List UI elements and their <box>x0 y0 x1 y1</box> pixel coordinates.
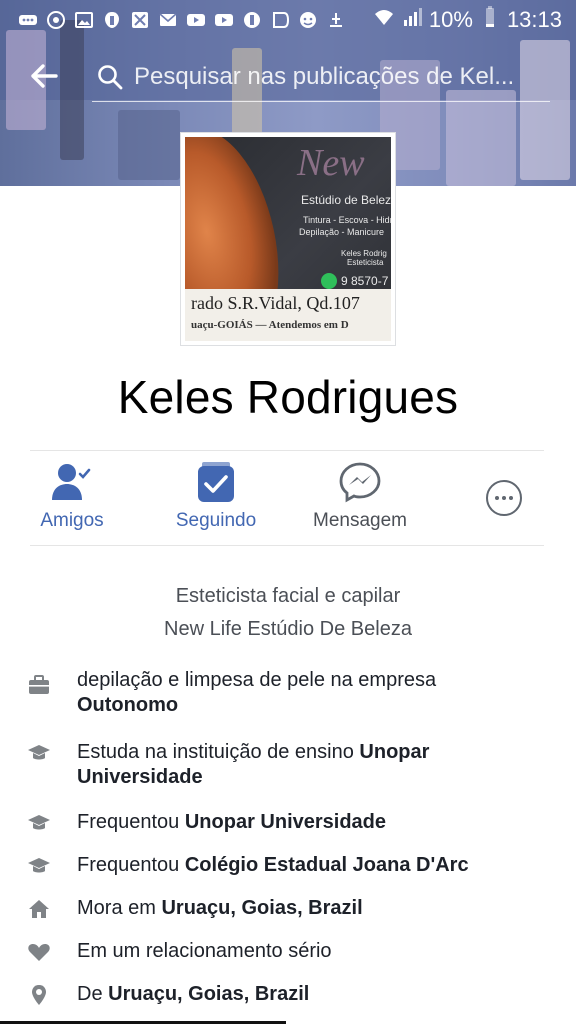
detail-bold: Colégio Estadual Joana D'Arc <box>184 854 469 876</box>
avatar-phone: 9 8570-7 <box>321 273 388 289</box>
detail-text: Em um relacionamento sério <box>77 940 332 962</box>
message-label: Mensagem <box>313 510 407 531</box>
more-dot <box>502 496 506 500</box>
profile-actions: Amigos Seguindo Mensagem <box>0 452 576 544</box>
profile-picture[interactable]: New Estúdio de Beleza Tintura - Escova -… <box>180 132 396 346</box>
avatar-logo-text: New <box>297 142 365 184</box>
face-icon <box>298 10 318 30</box>
avatar: New Estúdio de Beleza Tintura - Escova -… <box>185 137 391 341</box>
briefcase-icon <box>26 672 52 698</box>
back-button[interactable] <box>22 56 66 96</box>
status-bar: 10% 13:13 <box>0 0 576 40</box>
detail-text: Estuda na instituição de ensino <box>77 741 354 763</box>
bio: Esteticista facial e capilar New Life Es… <box>0 580 576 646</box>
friends-label: Amigos <box>40 510 104 531</box>
heart-icon <box>26 939 52 965</box>
avatar-address-line-1: rado S.R.Vidal, Qd.107 <box>191 293 360 313</box>
avatar-phone-number: 9 8570-7 <box>341 274 389 288</box>
location-pin-icon <box>26 982 52 1008</box>
avatar-text-owner: Keles Rodrig <box>341 249 387 258</box>
detail-bold: Uruaçu, Goias, Brazil <box>108 983 310 1005</box>
friends-button[interactable]: Amigos <box>2 460 142 540</box>
detail-text: De <box>77 983 103 1005</box>
top-bar <box>0 44 576 108</box>
avatar-text-role: Esteticista <box>347 258 384 267</box>
youtube-icon <box>214 10 234 30</box>
following-button[interactable]: Seguindo <box>146 460 286 540</box>
more-icon <box>18 10 38 30</box>
detail-text: depilação e limpesa de pele na empresa <box>77 669 437 691</box>
whatsapp-icon <box>321 273 337 289</box>
facebook-icon <box>242 10 262 30</box>
following-check-icon <box>194 460 238 504</box>
detail-text: Frequentou <box>77 854 180 876</box>
profile-name: Keles Rodrigues <box>117 371 459 423</box>
detail-bold: Uruaçu, Goias, Brazil <box>161 897 363 919</box>
divider <box>30 450 544 451</box>
message-button[interactable]: Mensagem <box>290 460 430 540</box>
back-arrow-icon <box>31 64 58 88</box>
bio-line-2: New Life Estúdio De Beleza <box>164 618 412 640</box>
avatar-address-line-2: uaçu-GOIÁS — Atendemos em D <box>191 319 349 331</box>
avatar-text-services-2: Depilação - Manicure <box>299 227 385 237</box>
mail-icon <box>158 10 178 30</box>
more-options-button[interactable] <box>486 480 522 516</box>
clock: 13:13 <box>506 7 562 32</box>
graduation-cap-icon <box>26 810 52 836</box>
home-icon <box>26 896 52 922</box>
graduation-cap-icon <box>26 853 52 879</box>
detail-text: Frequentou <box>77 811 180 833</box>
avatar-text-services: Tintura - Escova - Hidratação <box>303 215 391 225</box>
youtube-icon <box>186 10 206 30</box>
mail-icon <box>130 10 150 30</box>
facebook-icon <box>102 10 122 30</box>
messenger-icon <box>338 460 382 504</box>
bio-line-1: Esteticista facial e capilar <box>175 585 401 607</box>
search-input[interactable] <box>134 62 550 91</box>
detail-bold: Unopar Universidade <box>184 811 387 833</box>
search-icon <box>98 64 123 89</box>
friends-check-icon <box>50 460 94 504</box>
detail-bold: Outonomo <box>77 694 179 716</box>
avatar-address-band: rado S.R.Vidal, Qd.107 uaçu-GOIÁS — Aten… <box>185 289 391 341</box>
search-bar[interactable] <box>92 52 550 102</box>
image-icon <box>74 10 94 30</box>
graduation-cap-icon <box>26 740 52 766</box>
detail-text: Mora em <box>77 897 156 919</box>
following-label: Seguindo <box>175 510 257 531</box>
wifi-icon <box>373 6 395 34</box>
sync-icon <box>46 10 66 30</box>
signal-icon <box>401 6 423 34</box>
battery-percent: 10% <box>428 7 473 32</box>
warning-icon <box>326 10 346 30</box>
notification-icons <box>18 10 373 30</box>
photo-icon <box>270 10 290 30</box>
divider <box>30 545 544 546</box>
more-dot <box>509 496 513 500</box>
more-dot <box>495 496 499 500</box>
battery-icon <box>479 6 501 34</box>
cover-bottle <box>118 110 180 180</box>
avatar-text-studio: Estúdio de Beleza <box>301 193 391 207</box>
